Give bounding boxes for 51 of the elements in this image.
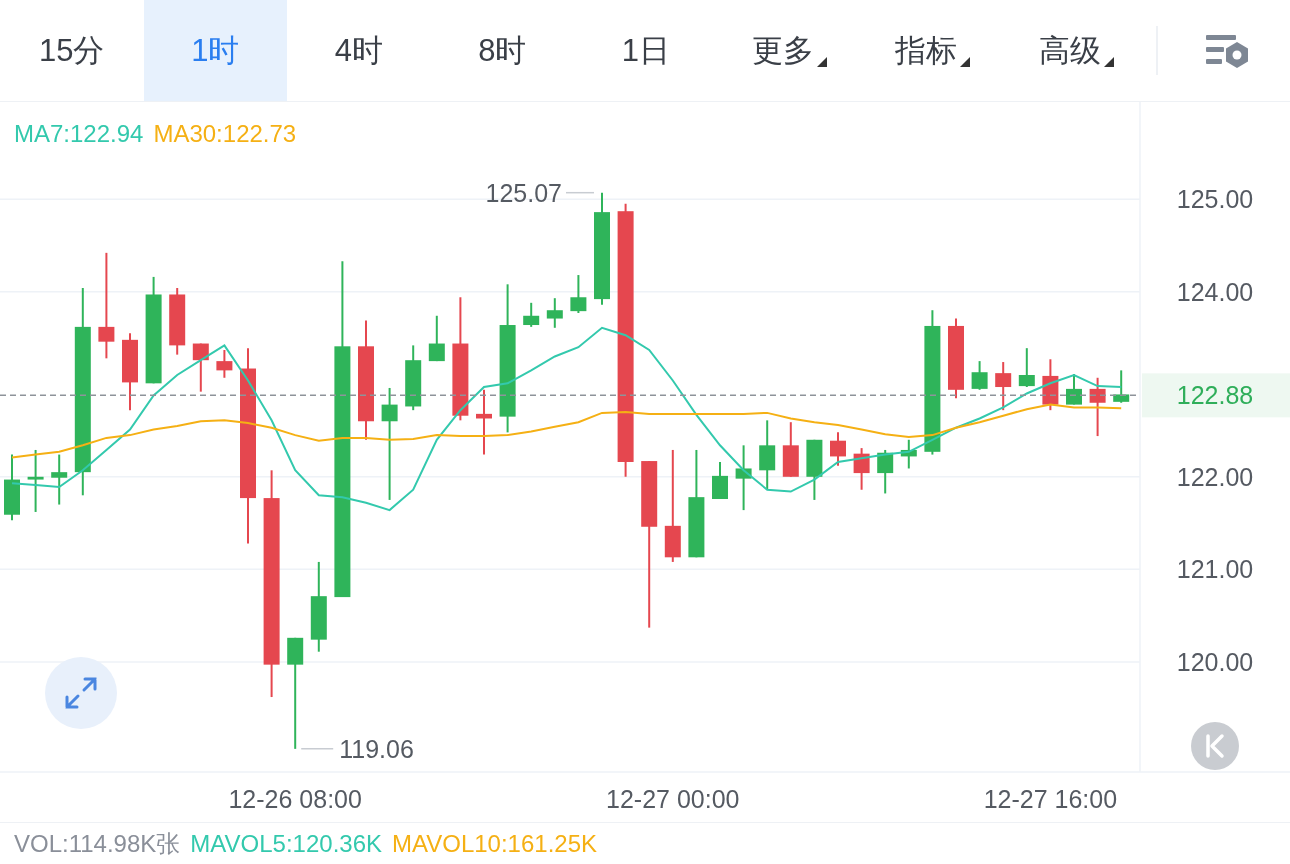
y-axis-label: 121.00 [1176,555,1254,584]
volume-value: MAVOL10:161.25K [392,829,598,858]
candlestick [1089,376,1106,438]
caret-icon [960,56,971,67]
candlestick [853,447,870,491]
x-axis-label: 12-26 08:00 [228,785,362,813]
x-axis-label: 12-27 16:00 [983,785,1118,813]
candlestick [428,314,445,363]
last-price-label: 122.88 [1176,381,1254,410]
candlestick [405,344,422,412]
candlestick [570,274,587,314]
indicator-value: MA30:122.73 [153,120,297,148]
candlestick [523,301,540,328]
candlestick [1018,347,1035,389]
y-axis-label: 124.00 [1176,277,1254,306]
candlestick [192,342,209,393]
candlestick [4,453,20,522]
chart-settings-icon[interactable] [1205,32,1250,69]
candlestick [216,349,233,379]
candlestick [830,431,846,467]
candlestick [971,360,988,391]
candlestick [1113,369,1130,404]
candlestick [1042,358,1059,412]
candlestick [51,453,68,506]
candlestick [546,297,563,329]
candlestick [712,461,728,500]
y-axis-label: 120.00 [1176,647,1254,676]
candlestick [806,438,823,501]
indicator-value: MA7:122.94 [14,120,144,148]
volume-value: VOL:114.98K张 [14,828,181,859]
candlestick [1066,373,1082,406]
candlestick [169,287,186,356]
low-price-label: 119.06 [339,734,414,763]
candlestick [782,421,799,478]
caret-icon [1103,56,1114,67]
leader-line [565,191,595,194]
candlestick [995,361,1012,412]
volume-value: MAVOL5:120.36K [190,829,382,858]
y-axis-label: 125.00 [1176,185,1254,214]
leader-line [300,748,334,750]
high-price-label: 125.07 [485,178,562,207]
candlestick [877,448,894,495]
x-axis-label: 12-27 00:00 [606,785,740,813]
candlestick [900,438,917,470]
candlestick [759,419,776,491]
expand-icon [63,675,99,711]
y-axis-label: 122.00 [1176,462,1254,491]
candlestick [735,444,752,512]
caret-icon [816,56,827,67]
candlestick [27,448,44,513]
candlestick [476,388,492,456]
